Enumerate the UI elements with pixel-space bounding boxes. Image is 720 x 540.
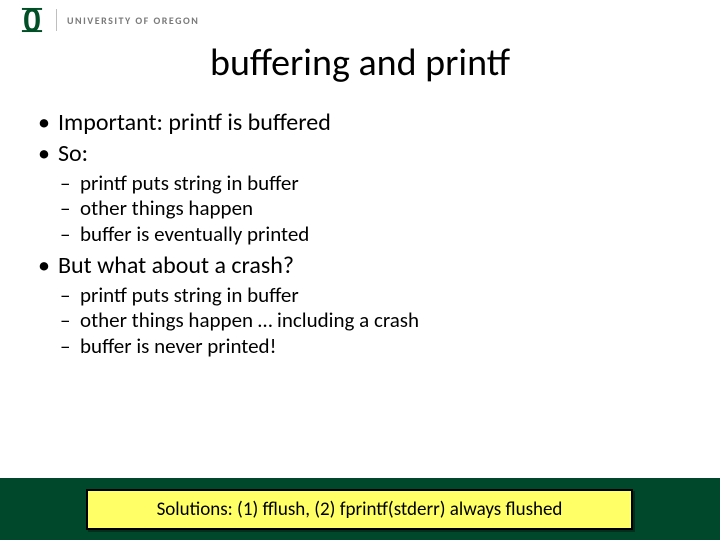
bullet-item: Important: printf is buffered (36, 108, 684, 137)
subbullet-item: printf puts string in buffer (58, 171, 684, 197)
solution-callout: Solutions: (1) fflush, (2) fprintf(stder… (86, 489, 633, 530)
bullet-item: So: printf puts string in buffer other t… (36, 139, 684, 247)
slide-body: Important: printf is buffered So: printf… (0, 86, 720, 359)
bullet-text: Important: printf is buffered (58, 108, 331, 137)
subbullet-item: buffer is never printed! (58, 334, 684, 360)
header: UNIVERSITY OF OREGON (0, 0, 720, 34)
slide: UNIVERSITY OF OREGON buffering and print… (0, 0, 720, 540)
subbullet-item: printf puts string in buffer (58, 283, 684, 309)
org-name: UNIVERSITY OF OREGON (67, 14, 199, 27)
subbullet-item: other things happen (58, 196, 684, 222)
bullet-text: But what about a crash? (58, 251, 294, 280)
bullet-item: But what about a crash? printf puts stri… (36, 251, 684, 359)
solution-text: Solutions: (1) fflush, (2) fprintf(stder… (157, 498, 563, 521)
header-divider (56, 9, 57, 31)
subbullet-item: buffer is eventually printed (58, 222, 684, 248)
slide-title: buffering and printf (0, 40, 720, 86)
bullet-text: So: (58, 139, 88, 168)
subbullet-item: other things happen … including a crash (58, 308, 684, 334)
uo-logo-icon (18, 6, 46, 34)
